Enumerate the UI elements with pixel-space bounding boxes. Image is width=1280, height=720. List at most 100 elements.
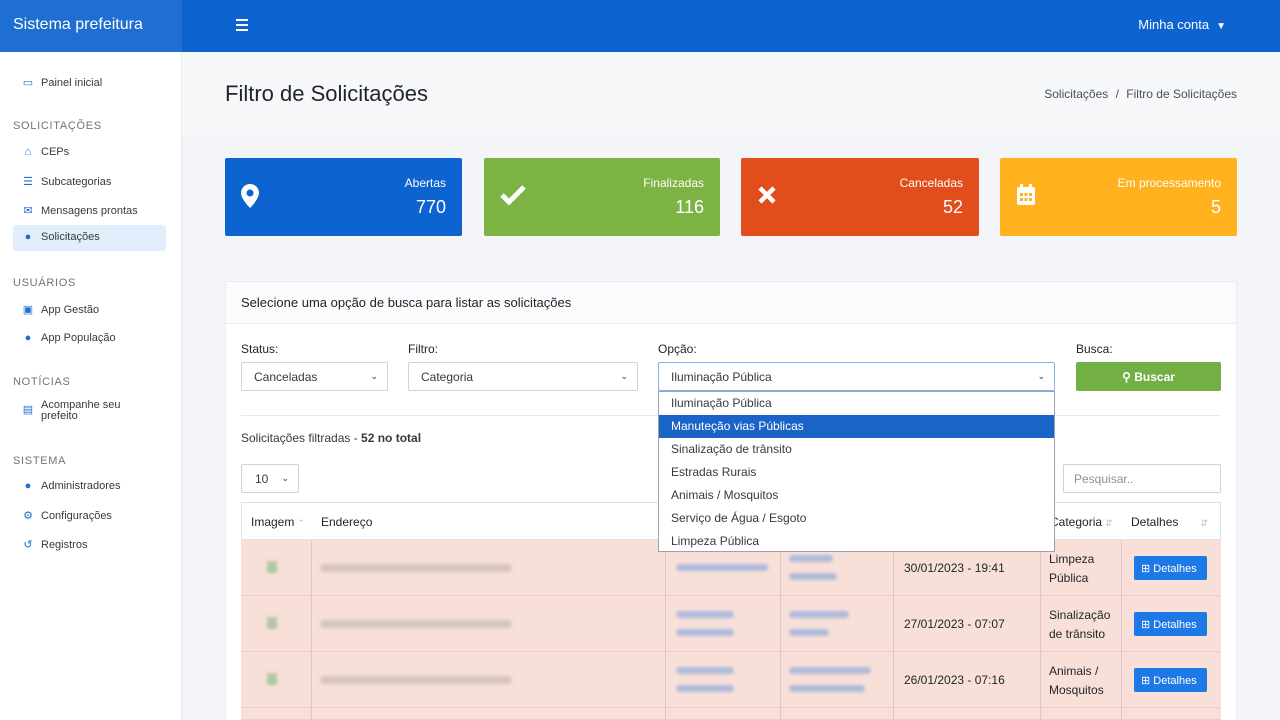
citizen-link-redacted[interactable] xyxy=(676,667,734,674)
user-link-redacted[interactable] xyxy=(789,555,833,562)
card-canceladas[interactable]: Canceladas 52 xyxy=(741,158,979,236)
address-redacted xyxy=(320,564,512,572)
dropdown-option[interactable]: Serviço de Água / Esgoto xyxy=(659,507,1054,530)
dropdown-option-highlighted[interactable]: Manuteção vias Públicas xyxy=(659,415,1054,438)
user-link-redacted[interactable] xyxy=(789,667,871,674)
page-title: Filtro de Solicitações xyxy=(225,81,428,106)
category-cell-line2: Mosquitos xyxy=(1049,683,1104,697)
panel-heading: Selecione uma opção de busca para listar… xyxy=(226,282,1236,324)
category-cell-line2: Pública xyxy=(1049,571,1089,585)
th-endereco[interactable]: Endereço xyxy=(321,515,372,529)
content-header: Filtro de Solicitações Solicitações / Fi… xyxy=(182,52,1280,136)
user-link-redacted[interactable] xyxy=(789,611,849,618)
column-divider xyxy=(1121,540,1122,720)
sort-asc-icon: ⌃ xyxy=(297,518,305,528)
detalhes-button[interactable]: ⊞ Detalhes xyxy=(1134,612,1207,636)
sidebar-item-acompanhe-prefeito[interactable]: ▤ Acompanhe seu prefeito xyxy=(13,395,166,429)
gear-icon: ⚙ xyxy=(23,510,33,522)
sidebar-item-painel-inicial[interactable]: ▭ Painel inicial xyxy=(13,70,166,96)
search-icon: ⚲ xyxy=(1122,370,1131,384)
sidebar-item-app-gestao[interactable]: ▣ App Gestão xyxy=(13,297,166,323)
citizen-link-redacted[interactable] xyxy=(676,611,734,618)
chevron-down-icon: ⌄ xyxy=(1037,371,1045,381)
th-imagem[interactable]: Imagem ⌃ xyxy=(251,515,305,529)
user-link-redacted[interactable] xyxy=(789,629,829,636)
request-image-thumbnail[interactable] xyxy=(267,561,277,573)
category-cell-line1: Sinalização xyxy=(1049,608,1111,622)
column-divider xyxy=(665,540,666,720)
chevron-down-icon: ▼ xyxy=(1216,21,1226,32)
status-label: Status: xyxy=(241,342,279,356)
home-icon: ⌂ xyxy=(24,146,32,158)
newspaper-icon: ▤ xyxy=(22,404,34,416)
column-divider xyxy=(311,540,312,720)
menu-toggle-icon[interactable] xyxy=(236,16,248,34)
table-row xyxy=(241,708,1221,720)
page-size-select[interactable]: 10 ⌄ xyxy=(241,464,299,493)
breadcrumb-link-solicitacoes[interactable]: Solicitações xyxy=(1044,87,1108,101)
busca-label: Busca: xyxy=(1076,342,1113,356)
map-pin-icon xyxy=(241,184,259,214)
th-categoria[interactable]: Categoria ⇵ xyxy=(1050,515,1113,529)
dropdown-option[interactable]: Iluminação Pública xyxy=(659,392,1054,415)
plus-square-icon: ⊞ xyxy=(1141,619,1151,631)
sidebar-item-subcategorias[interactable]: ☰ Subcategorias xyxy=(13,169,166,195)
status-select[interactable]: Canceladas ⌄ xyxy=(241,362,388,391)
sort-icon: ⇵ xyxy=(1105,518,1113,528)
citizen-link-redacted[interactable] xyxy=(676,564,768,571)
user-link-redacted[interactable] xyxy=(789,685,865,692)
dropdown-option[interactable]: Animais / Mosquitos xyxy=(659,484,1054,507)
history-icon: ↺ xyxy=(23,539,33,551)
sidebar-item-app-populacao[interactable]: ● App População xyxy=(13,326,166,352)
filtro-label: Filtro: xyxy=(408,342,438,356)
opcao-select[interactable]: Iluminação Pública ⌄ xyxy=(658,362,1055,391)
request-image-thumbnail[interactable] xyxy=(267,617,277,629)
detalhes-button[interactable]: ⊞ Detalhes xyxy=(1134,668,1207,692)
dropdown-option[interactable]: Limpeza Pública xyxy=(659,530,1054,553)
user-cog-icon: ● xyxy=(24,480,32,492)
dropdown-option[interactable]: Sinalização de trânsito xyxy=(659,438,1054,461)
column-divider xyxy=(780,540,781,720)
envelope-icon: ✉ xyxy=(23,205,33,217)
account-menu[interactable]: Minha conta ▼ xyxy=(1138,17,1226,32)
sidebar-item-solicitacoes[interactable]: ● Solicitações xyxy=(13,225,166,251)
sidebar-heading-solicitacoes: SOLICITAÇÕES xyxy=(13,120,102,132)
user-link-redacted[interactable] xyxy=(789,573,837,580)
request-image-thumbnail[interactable] xyxy=(267,673,277,685)
sidebar-heading-sistema: SISTEMA xyxy=(13,455,67,467)
id-card-icon: ▣ xyxy=(22,304,34,316)
category-cell-line1: Limpeza xyxy=(1049,552,1095,566)
card-abertas[interactable]: Abertas 770 xyxy=(225,158,462,236)
sidebar-item-configuracoes[interactable]: ⚙ Configurações xyxy=(13,503,166,529)
user-icon: ● xyxy=(24,332,32,344)
monitor-icon: ▭ xyxy=(22,77,34,89)
app-brand[interactable]: Sistema prefeitura xyxy=(0,0,182,52)
detalhes-button[interactable]: ⊞ Detalhes xyxy=(1134,556,1207,580)
th-detalhes[interactable]: Detalhes ⇵ xyxy=(1131,515,1208,529)
card-finalizadas[interactable]: Finalizadas 116 xyxy=(484,158,720,236)
calendar-icon xyxy=(1016,184,1036,212)
top-navbar: Minha conta ▼ xyxy=(182,0,1280,52)
table-search-input[interactable]: Pesquisar.. xyxy=(1063,464,1221,493)
column-divider xyxy=(1040,540,1041,720)
date-cell: 27/01/2023 - 07:07 xyxy=(904,617,1005,631)
sidebar-item-mensagens-prontas[interactable]: ✉ Mensagens prontas xyxy=(13,198,166,224)
category-cell-line1: Animais / xyxy=(1049,664,1099,678)
plus-square-icon: ⊞ xyxy=(1141,675,1151,687)
dropdown-option[interactable]: Estradas Rurais xyxy=(659,461,1054,484)
chevron-down-icon: ⌄ xyxy=(281,473,289,483)
citizen-link-redacted[interactable] xyxy=(676,685,734,692)
chevron-down-icon: ⌄ xyxy=(370,371,378,381)
sidebar-heading-noticias: NOTÍCIAS xyxy=(13,376,71,388)
sidebar-item-administradores[interactable]: ● Administradores xyxy=(13,474,166,500)
category-cell-line2: de trânsito xyxy=(1049,627,1106,641)
filtro-select[interactable]: Categoria ⌄ xyxy=(408,362,638,391)
table-row: 27/01/2023 - 07:07 Sinalização de trânsi… xyxy=(241,596,1221,652)
card-em-processamento[interactable]: Em processamento 5 xyxy=(1000,158,1237,236)
sidebar-item-ceps[interactable]: ⌂ CEPs xyxy=(13,140,166,166)
map-pin-icon: ● xyxy=(24,231,32,243)
date-cell: 26/01/2023 - 07:16 xyxy=(904,673,1005,687)
sidebar-item-registros[interactable]: ↺ Registros xyxy=(13,532,166,558)
buscar-button[interactable]: ⚲ Buscar xyxy=(1076,362,1221,391)
citizen-link-redacted[interactable] xyxy=(676,629,734,636)
